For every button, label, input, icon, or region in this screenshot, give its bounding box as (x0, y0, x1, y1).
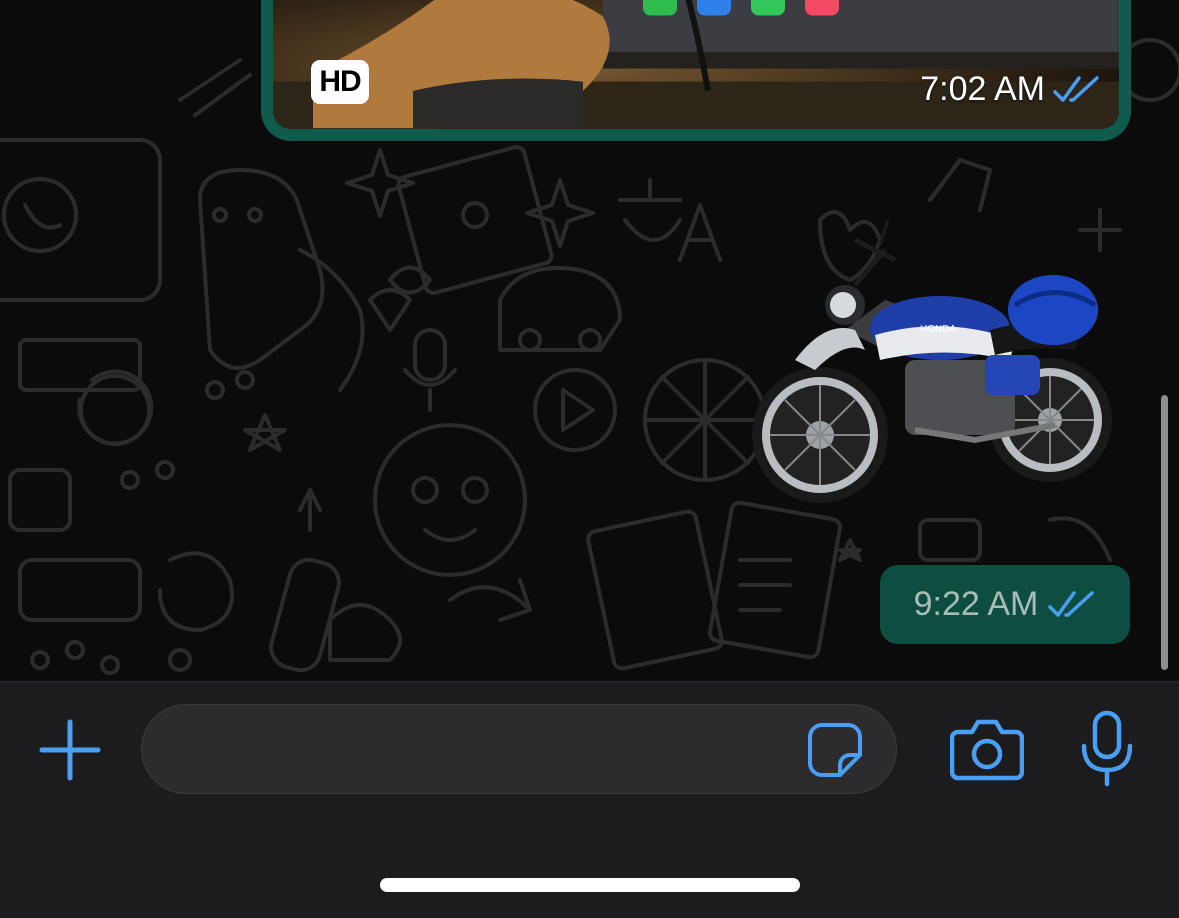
image-message-meta: 7:02 AM (920, 70, 1101, 109)
camera-icon[interactable] (950, 716, 1024, 782)
chat-area[interactable]: HD 7:02 AM HONDA 9:22 AM (0, 0, 1179, 681)
sticker-icon[interactable] (806, 721, 864, 779)
hd-badge: HD (311, 60, 369, 104)
home-indicator[interactable] (380, 878, 800, 892)
image-message-time: 7:02 AM (920, 70, 1045, 108)
plus-icon[interactable] (36, 716, 104, 784)
motorcycle-sticker[interactable]: HONDA (735, 210, 1135, 510)
image-message-bubble[interactable]: HD 7:02 AM (261, 0, 1131, 141)
double-check-read-icon (1053, 75, 1099, 102)
sticker-message-time: 9:22 AM (913, 585, 1039, 623)
sticker-brand-text: HONDA (920, 324, 956, 335)
message-composer (0, 681, 1179, 918)
chat-scrollbar[interactable] (1161, 395, 1168, 670)
shared-photo[interactable] (273, 0, 1119, 129)
microphone-icon[interactable] (1080, 710, 1134, 788)
message-input-container[interactable] (141, 704, 897, 795)
sticker-message-meta[interactable]: 9:22 AM (880, 565, 1130, 644)
double-check-read-icon (1048, 590, 1095, 617)
message-input[interactable] (172, 705, 796, 795)
